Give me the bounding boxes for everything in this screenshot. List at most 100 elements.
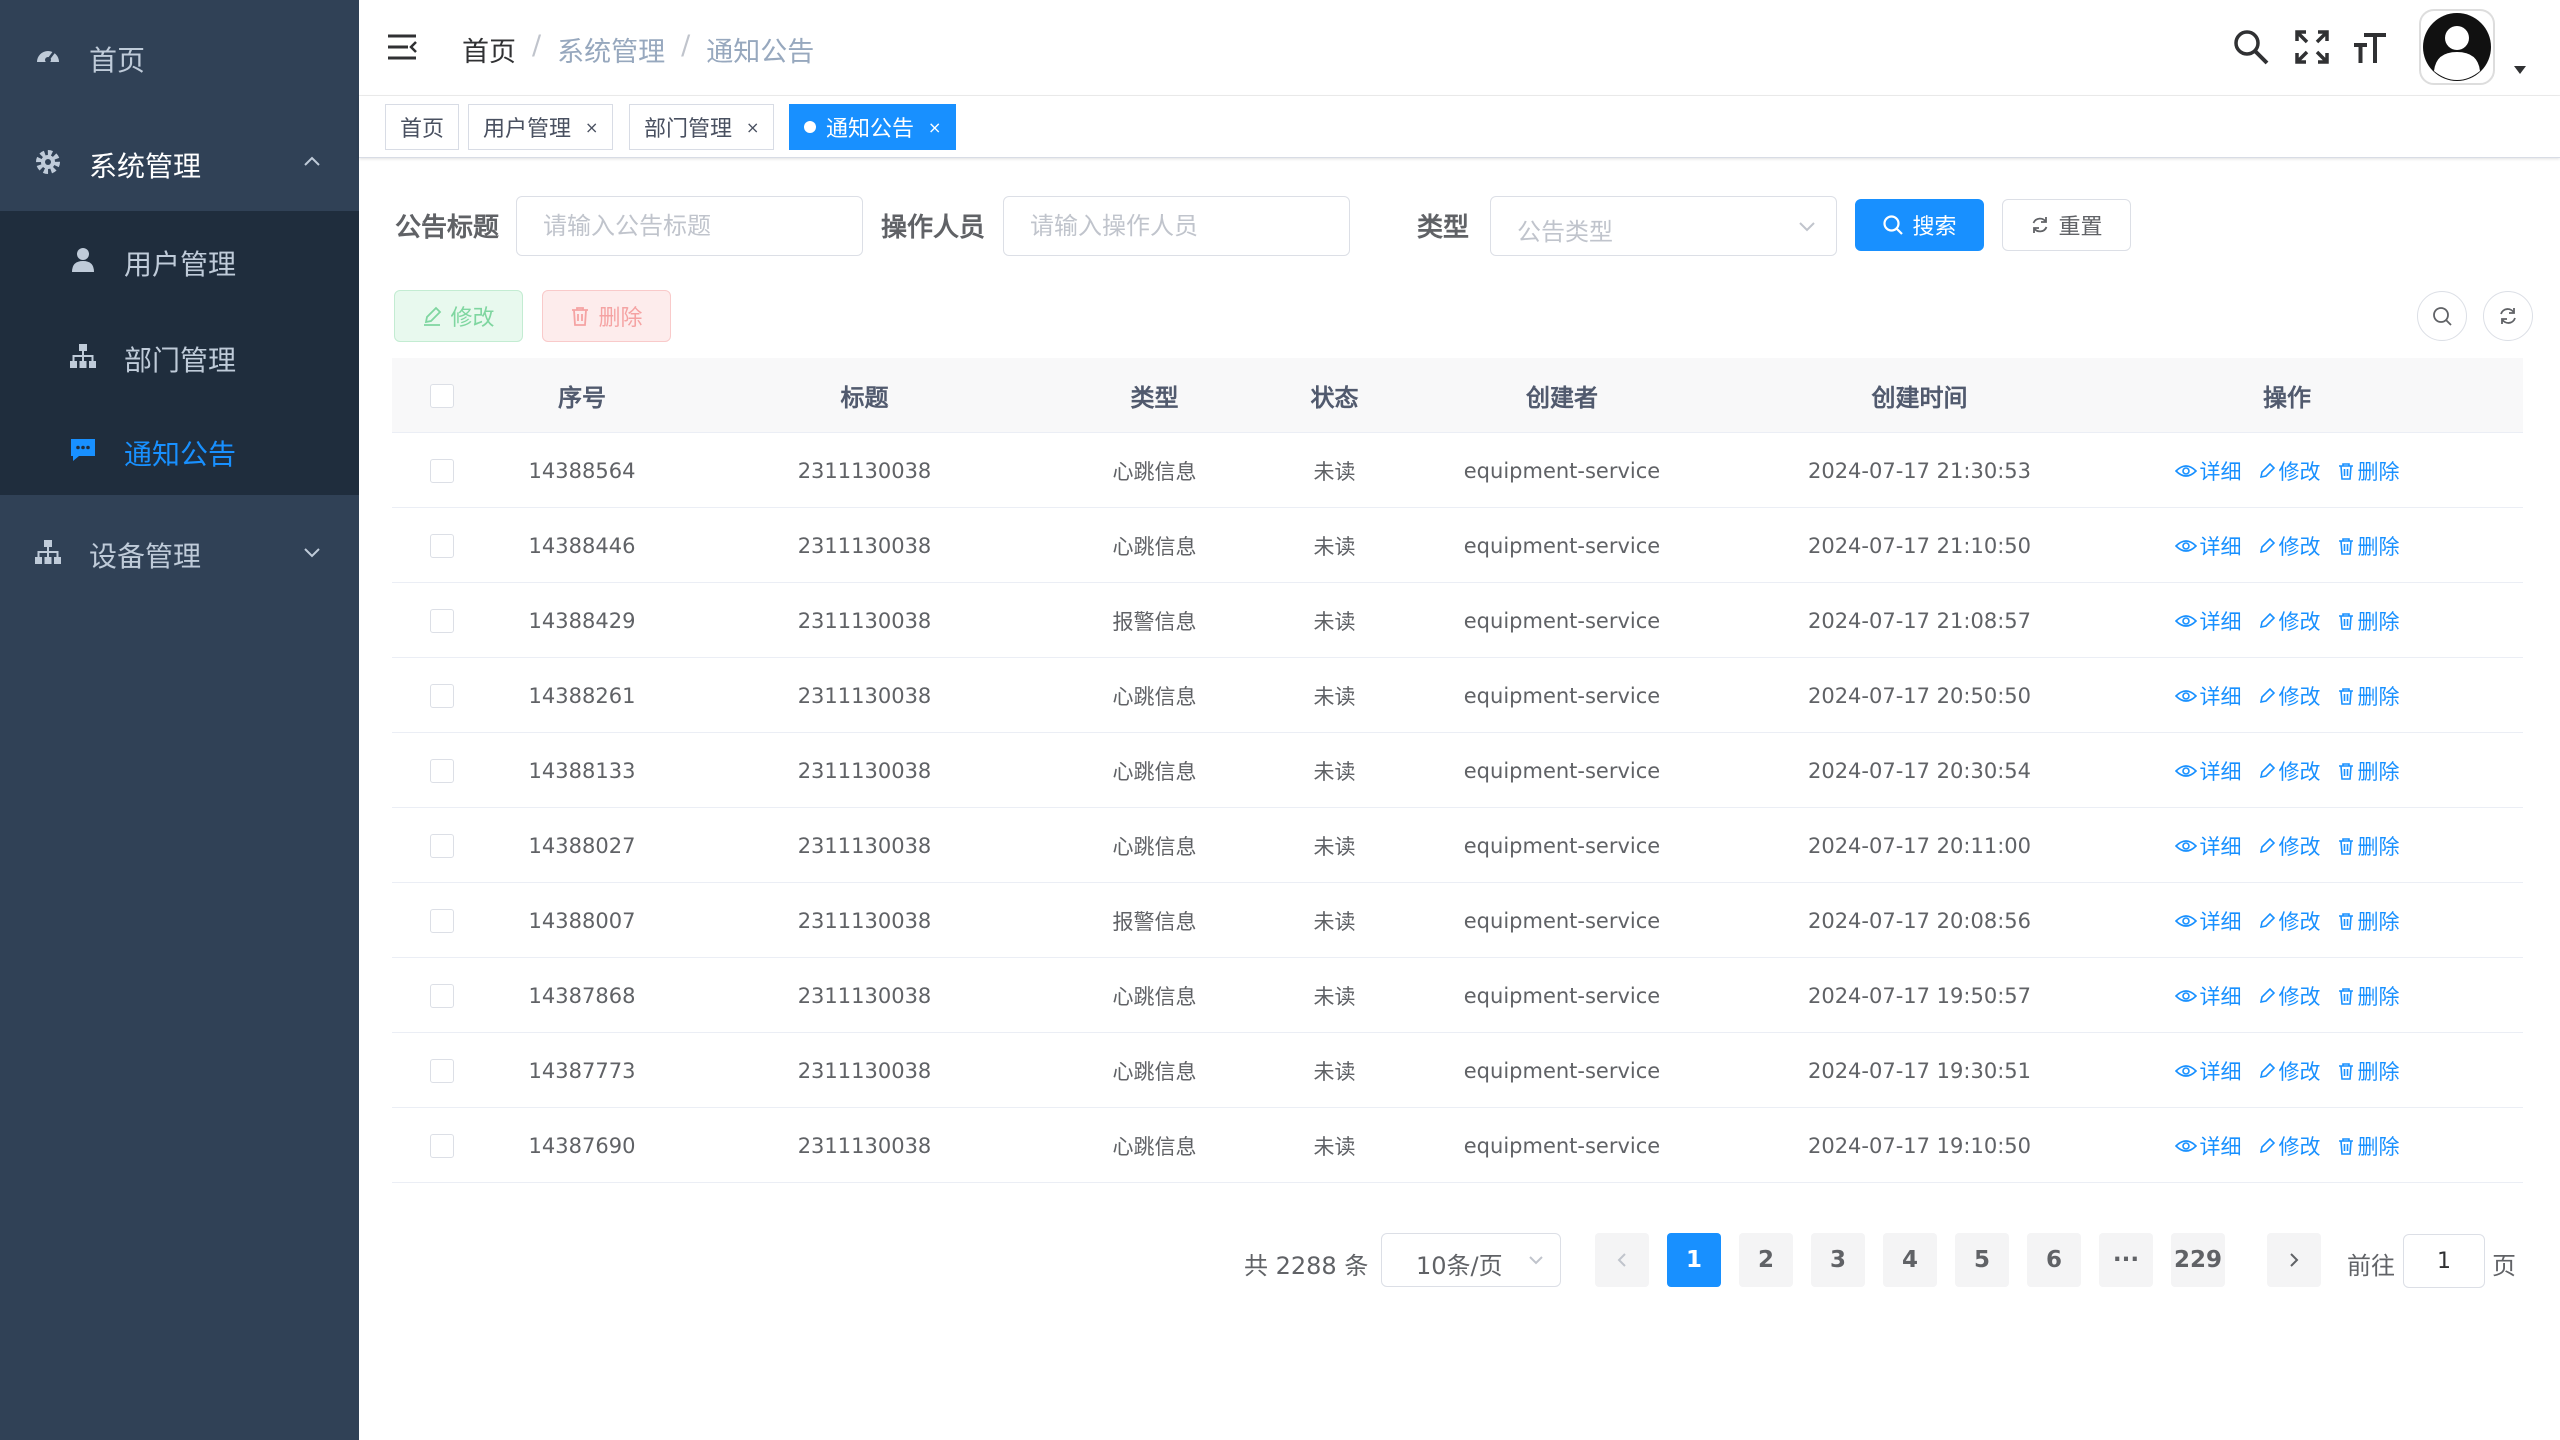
delete-button[interactable]: 删除: [542, 290, 671, 342]
sidebar-item-departments[interactable]: 部门管理: [0, 320, 359, 394]
view-button[interactable]: 详细: [2174, 756, 2242, 786]
table-row[interactable]: 14388133 2311130038 心跳信息 未读 equipment-servic…: [392, 733, 2523, 808]
reset-button[interactable]: 重置: [2002, 199, 2131, 251]
sidebar-item-users[interactable]: 用户管理: [0, 224, 359, 298]
avatar[interactable]: [2419, 9, 2495, 89]
delete-row-button[interactable]: 删除: [2337, 1131, 2400, 1161]
breadcrumb-home[interactable]: 首页: [462, 30, 516, 69]
edit-row-button[interactable]: 修改: [2258, 1056, 2321, 1086]
edit-button[interactable]: 修改: [394, 290, 523, 342]
row-checkbox[interactable]: [430, 983, 454, 1008]
table-row[interactable]: 14388429 2311130038 报警信息 未读 equipment-servic…: [392, 583, 2523, 658]
delete-row-button[interactable]: 删除: [2337, 981, 2400, 1011]
sidebar-item-system[interactable]: 系统管理: [0, 126, 359, 200]
sidebar-item-notices[interactable]: 通知公告: [0, 414, 359, 488]
toggle-search-button[interactable]: [2417, 291, 2467, 341]
sidebar-item-home[interactable]: 首页: [0, 20, 359, 94]
edit-row-button[interactable]: 修改: [2258, 906, 2321, 936]
table-cell: equipment-service: [1463, 983, 1661, 1008]
row-checkbox[interactable]: [430, 683, 454, 708]
tag-home[interactable]: 首页: [385, 104, 460, 150]
close-icon[interactable]: ×: [746, 118, 759, 137]
view-button[interactable]: 详细: [2174, 1056, 2242, 1086]
table-cell: 2311130038: [797, 833, 932, 858]
edit-row-button[interactable]: 修改: [2258, 1131, 2321, 1161]
edit-row-button[interactable]: 修改: [2258, 756, 2321, 786]
search-icon[interactable]: [2232, 28, 2270, 70]
page-button[interactable]: 3: [1811, 1233, 1865, 1287]
table-cell: 2311130038: [797, 983, 932, 1008]
edit-row-button[interactable]: 修改: [2258, 606, 2321, 636]
delete-row-button[interactable]: 删除: [2337, 906, 2400, 936]
edit-row-button[interactable]: 修改: [2258, 531, 2321, 561]
table-row[interactable]: 14388261 2311130038 心跳信息 未读 equipment-servic…: [392, 658, 2523, 733]
delete-row-button[interactable]: 删除: [2337, 531, 2400, 561]
page-button[interactable]: 229: [2171, 1233, 2225, 1287]
next-page-button[interactable]: [2267, 1233, 2321, 1287]
view-button[interactable]: 详细: [2174, 831, 2242, 861]
row-checkbox[interactable]: [430, 758, 454, 783]
view-button[interactable]: 详细: [2174, 606, 2242, 636]
page-button[interactable]: 5: [1955, 1233, 2009, 1287]
view-button[interactable]: 详细: [2174, 456, 2242, 486]
row-checkbox[interactable]: [430, 908, 454, 933]
breadcrumb-separator: /: [532, 30, 542, 61]
table-row[interactable]: 14388007 2311130038 报警信息 未读 equipment-servic…: [392, 883, 2523, 958]
close-icon[interactable]: ×: [585, 118, 598, 137]
row-checkbox[interactable]: [430, 608, 454, 633]
table-row[interactable]: 14387773 2311130038 心跳信息 未读 equipment-servic…: [392, 1033, 2523, 1108]
delete-row-button[interactable]: 删除: [2337, 456, 2400, 486]
view-button[interactable]: 详细: [2174, 981, 2242, 1011]
delete-row-button[interactable]: 删除: [2337, 606, 2400, 636]
page-size-select[interactable]: 10条/页: [1381, 1233, 1561, 1287]
delete-row-button[interactable]: 删除: [2337, 681, 2400, 711]
sidebar: 首页 系统管理 用户管理 部门管理 通知公告 设备管理: [0, 0, 359, 1440]
refresh-table-button[interactable]: [2483, 291, 2533, 341]
font-size-icon[interactable]: [2352, 29, 2388, 69]
edit-row-button[interactable]: 修改: [2258, 456, 2321, 486]
edit-row-button[interactable]: 修改: [2258, 831, 2321, 861]
edit-row-button[interactable]: 修改: [2258, 981, 2321, 1011]
table-row[interactable]: 14388027 2311130038 心跳信息 未读 equipment-servic…: [392, 808, 2523, 883]
operator-input[interactable]: [1003, 196, 1350, 256]
tag-users[interactable]: 用户管理 ×: [468, 104, 614, 150]
delete-row-button[interactable]: 删除: [2337, 756, 2400, 786]
close-icon[interactable]: ×: [928, 118, 941, 137]
row-checkbox[interactable]: [430, 1058, 454, 1083]
page-button[interactable]: 6: [2027, 1233, 2081, 1287]
select-all-checkbox[interactable]: [430, 383, 454, 408]
hamburger-icon[interactable]: [386, 32, 418, 66]
page-button[interactable]: 2: [1739, 1233, 1793, 1287]
table-row[interactable]: 14388446 2311130038 心跳信息 未读 equipment-servic…: [392, 508, 2523, 583]
view-button[interactable]: 详细: [2174, 681, 2242, 711]
sidebar-item-devices[interactable]: 设备管理: [0, 516, 359, 590]
view-button[interactable]: 详细: [2174, 1131, 2242, 1161]
tag-departments[interactable]: 部门管理 ×: [629, 104, 775, 150]
type-select[interactable]: 公告类型: [1490, 196, 1837, 256]
table-row[interactable]: 14387868 2311130038 心跳信息 未读 equipment-servic…: [392, 958, 2523, 1033]
action-label: 修改: [2278, 609, 2321, 634]
view-button[interactable]: 详细: [2174, 531, 2242, 561]
table-row[interactable]: 14387690 2311130038 心跳信息 未读 equipment-servic…: [392, 1108, 2523, 1183]
action-label: 详细: [2199, 459, 2242, 484]
tag-notices[interactable]: 通知公告 ×: [789, 104, 957, 150]
prev-page-button[interactable]: [1595, 1233, 1649, 1287]
delete-row-button[interactable]: 删除: [2337, 1056, 2400, 1086]
delete-row-button[interactable]: 删除: [2337, 831, 2400, 861]
page-button[interactable]: 1: [1667, 1233, 1721, 1287]
row-checkbox[interactable]: [430, 1133, 454, 1158]
table-row[interactable]: 14388564 2311130038 心跳信息 未读 equipment-servic…: [392, 433, 2523, 508]
row-checkbox[interactable]: [430, 833, 454, 858]
goto-page-input[interactable]: [2403, 1234, 2485, 1288]
search-button[interactable]: 搜索: [1855, 199, 1984, 251]
row-checkbox[interactable]: [430, 533, 454, 558]
more-pages-button[interactable]: ···: [2099, 1233, 2153, 1287]
fullscreen-icon[interactable]: [2294, 29, 2330, 69]
table-cell: 报警信息: [1112, 609, 1197, 634]
page-button[interactable]: 4: [1883, 1233, 1937, 1287]
title-input[interactable]: [516, 196, 863, 256]
edit-row-button[interactable]: 修改: [2258, 681, 2321, 711]
view-button[interactable]: 详细: [2174, 906, 2242, 936]
caret-down-icon[interactable]: [2513, 60, 2527, 79]
row-checkbox[interactable]: [430, 458, 454, 483]
